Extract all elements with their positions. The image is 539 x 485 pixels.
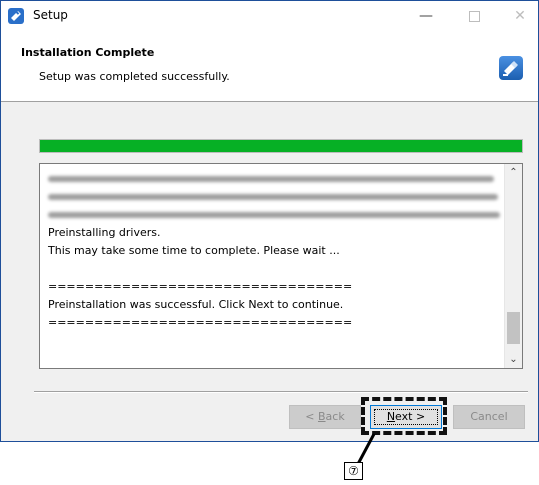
log-line: Preinstallation was successful. Click Ne… bbox=[48, 298, 344, 311]
minimize-icon: — bbox=[419, 8, 433, 24]
minimize-button[interactable]: — bbox=[403, 1, 449, 31]
log-line-obscured bbox=[48, 188, 503, 206]
progress-fill bbox=[40, 140, 522, 152]
scroll-up-button[interactable]: ⌃ bbox=[505, 164, 522, 181]
title-bar[interactable]: Setup — ✕ bbox=[1, 1, 538, 31]
back-button-rest: ack bbox=[325, 410, 345, 423]
footer-divider bbox=[34, 391, 528, 393]
log-line-obscured bbox=[48, 206, 503, 224]
next-button-highlight bbox=[361, 397, 447, 435]
log-lines: Preinstalling drivers. This may take som… bbox=[48, 170, 503, 332]
log-line: ================================= bbox=[48, 280, 353, 293]
progress-bar bbox=[39, 139, 523, 153]
close-button[interactable]: ✕ bbox=[497, 1, 539, 31]
wizard-header: Installation Complete Setup was complete… bbox=[1, 31, 538, 102]
scroll-thumb[interactable] bbox=[507, 312, 520, 344]
log-line: ================================= bbox=[48, 316, 353, 329]
back-button[interactable]: < Back bbox=[289, 405, 361, 429]
back-button-prefix: < bbox=[305, 410, 318, 423]
install-log: Preinstalling drivers. This may take som… bbox=[39, 163, 523, 369]
callout-number: ⑦ bbox=[344, 462, 363, 480]
maximize-button[interactable] bbox=[451, 1, 497, 31]
setup-app-icon bbox=[8, 8, 24, 24]
log-scrollbar[interactable]: ⌃ ⌄ bbox=[504, 164, 522, 368]
back-button-accel: B bbox=[318, 410, 326, 423]
page-subtitle: Setup was completed successfully. bbox=[39, 70, 230, 83]
close-icon: ✕ bbox=[514, 8, 526, 24]
callout-pointer bbox=[356, 433, 376, 465]
log-line: This may take some time to complete. Ple… bbox=[48, 244, 340, 257]
maximize-icon bbox=[468, 10, 480, 22]
scroll-down-button[interactable]: ⌄ bbox=[505, 351, 522, 368]
setup-window: Setup — ✕ Installation Complete Setup wa… bbox=[0, 0, 539, 442]
window-title: Setup bbox=[33, 8, 68, 22]
log-line: Preinstalling drivers. bbox=[48, 226, 161, 239]
cancel-button[interactable]: Cancel bbox=[453, 405, 525, 429]
chevron-down-icon: ⌄ bbox=[509, 354, 518, 365]
usb-driver-installer-icon bbox=[499, 56, 523, 80]
log-line-obscured bbox=[48, 170, 503, 188]
chevron-up-icon: ⌃ bbox=[509, 167, 518, 178]
page-title: Installation Complete bbox=[21, 46, 155, 59]
